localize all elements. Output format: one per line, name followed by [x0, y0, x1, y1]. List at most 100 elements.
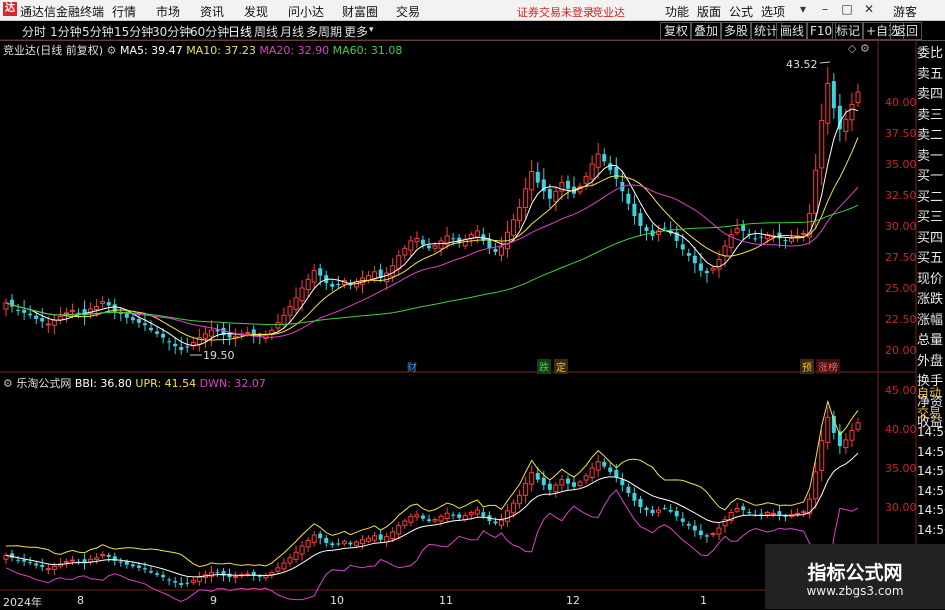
sub-candle [656, 509, 662, 513]
sub-candle [511, 502, 517, 514]
sub-candle [505, 510, 511, 522]
sub-candle [529, 472, 535, 485]
main-candle [130, 317, 135, 321]
sub-candle [366, 537, 372, 542]
sub-candle [179, 583, 184, 585]
sub-candle [462, 515, 468, 521]
main-candle [638, 213, 643, 226]
main-candle [28, 313, 33, 316]
y-tick: 22.50 [885, 313, 917, 326]
sub-candle [764, 511, 770, 516]
main-candle [698, 263, 703, 271]
main-candle [813, 169, 819, 214]
chart-annotations [190, 61, 831, 356]
main-candle [287, 306, 293, 316]
quote-panel: 委比 卖五 卖四 卖三 卖二 卖一 买一 买二 买三 买四 买五 现价 涨跌 涨… [917, 44, 945, 434]
event-forecast[interactable]: 预 [800, 359, 814, 374]
main-candle [849, 103, 855, 121]
sub-candle [142, 568, 147, 570]
ma60-line [5, 204, 859, 326]
ma60-label: MA60: 31.08 [332, 44, 403, 57]
main-candle [275, 322, 281, 329]
sub-candle [819, 440, 825, 471]
main-candle [831, 81, 836, 109]
trade-label[interactable]: 交易 [917, 404, 945, 424]
sub-candle [783, 515, 788, 517]
quote-field-bid1: 买一 [917, 169, 944, 184]
main-candle [789, 237, 795, 242]
sub-candle [336, 543, 341, 545]
upr-label: UPR: 41.54 [135, 377, 197, 390]
x-tick: 2024年 [3, 596, 42, 609]
sub-candle [620, 479, 625, 486]
sub-candle [451, 514, 456, 516]
main-candle [801, 232, 807, 235]
main-candle [626, 193, 631, 204]
chart-settings-icon[interactable]: ◇ ⚙ [848, 42, 870, 55]
trade-ticks-panel: 自动 交易 14:56 14:56 14:56 14:56 14:56 14:5… [917, 384, 945, 560]
main-candle [843, 118, 849, 133]
sub-candle [602, 461, 607, 467]
sub-candle [710, 533, 716, 536]
quote-field-bid5: 买五 [917, 251, 944, 266]
main-candle [372, 271, 378, 280]
sub-info-line: ⚙ 乐淘公式网 BBI: 36.80 UPR: 41.54 DWN: 32.07 [3, 375, 266, 391]
sub-candle [45, 568, 51, 571]
kline-chart[interactable] [0, 0, 945, 609]
y-tick: 37.50 [885, 127, 917, 140]
settings-icon[interactable]: ⚙ [107, 44, 117, 57]
sub-chart-title: 乐淘公式网 [16, 377, 72, 390]
sub-candle [173, 581, 178, 583]
event-gainers-list[interactable]: 涨榜 [816, 359, 840, 374]
sub-candle [535, 472, 540, 480]
main-candle [716, 258, 722, 270]
main-candle [69, 309, 75, 312]
sub-candle [130, 564, 135, 567]
sub-candle [51, 565, 57, 570]
sub-candle [813, 471, 819, 500]
quote-field-ask3: 卖三 [917, 107, 944, 123]
main-candle [680, 244, 685, 250]
tick-time: 14:56 [917, 522, 945, 537]
sub-candle [378, 534, 383, 540]
sub-candle [106, 554, 111, 557]
sub-candle [801, 511, 807, 514]
main-candle [759, 236, 764, 238]
x-tick: 11 [439, 594, 453, 607]
event-financial-report[interactable]: 财 [405, 359, 419, 374]
sub-candle [583, 475, 589, 481]
sub-candle [632, 492, 637, 501]
sub-candle [287, 557, 293, 564]
x-tick: 10 [330, 594, 344, 607]
sub-settings-icon[interactable]: ⚙ [3, 377, 13, 390]
sub-indicator-lines [5, 399, 859, 603]
main-candle [336, 283, 341, 285]
sub-candle [100, 554, 106, 557]
sub-candle [517, 494, 523, 505]
main-candle [589, 163, 595, 180]
x-tick: 8 [77, 594, 84, 607]
main-candle [819, 120, 825, 169]
quote-field-bid2: 买二 [917, 189, 944, 205]
main-candle [202, 333, 208, 339]
sub-candle [704, 535, 709, 537]
sub-candle [167, 579, 172, 581]
main-candle [76, 312, 81, 314]
sub-candle [644, 507, 649, 511]
sub-candle [692, 525, 697, 531]
tick-time: 14:56 [917, 444, 945, 459]
main-candle [330, 283, 335, 287]
event-limit-down[interactable]: 跌 [537, 359, 551, 374]
auto-label[interactable]: 自动 [917, 384, 945, 404]
x-tick: 1 [700, 594, 707, 607]
watermark-title: 指标公式网 [807, 562, 903, 584]
main-candle [451, 238, 456, 240]
sub-candle [608, 467, 613, 472]
sub-y-tick: 40.00 [885, 423, 917, 436]
event-placement[interactable]: 定 [554, 359, 568, 374]
sub-candle [559, 479, 565, 486]
sub-candle [553, 484, 559, 493]
sub-candle [275, 567, 281, 572]
main-candle [722, 245, 728, 257]
main-candle [632, 203, 637, 217]
